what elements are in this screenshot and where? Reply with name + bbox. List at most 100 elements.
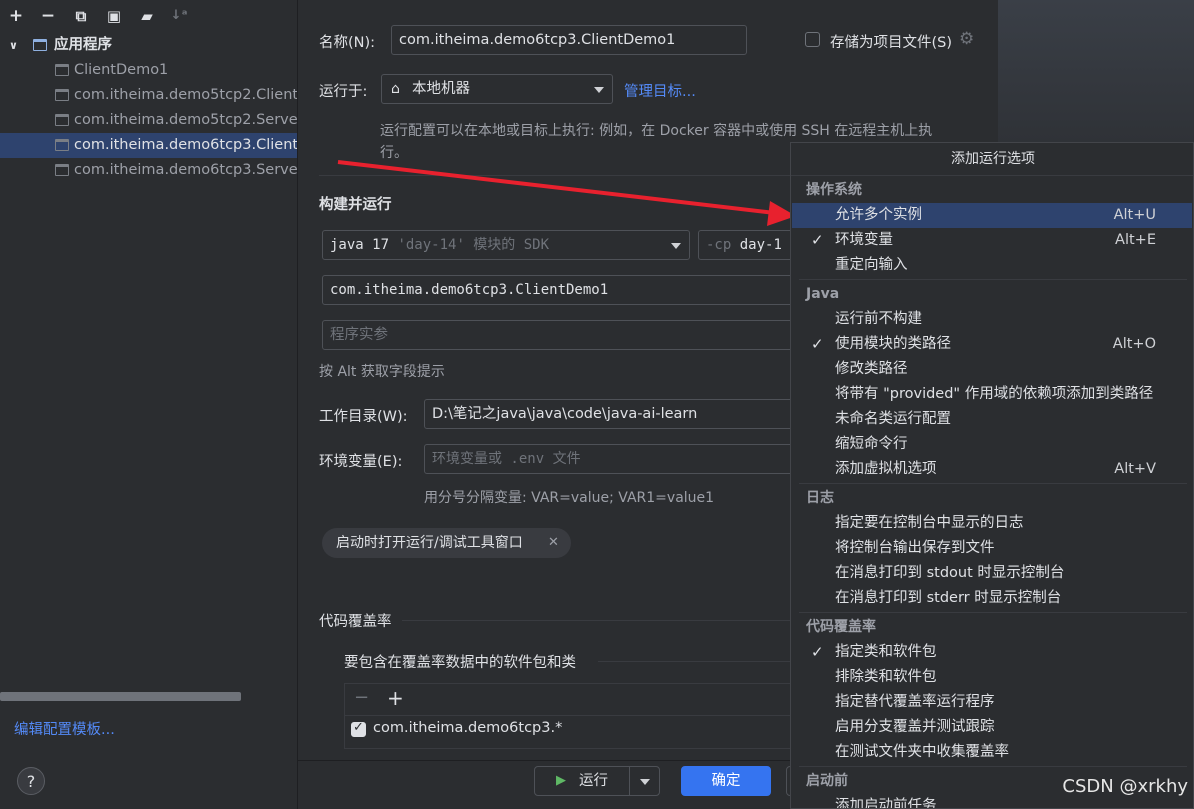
checkmark-icon: ✓ — [811, 335, 824, 353]
copy-icon[interactable]: ⧉ — [71, 6, 91, 26]
popup-option[interactable]: 未命名类运行配置 — [792, 407, 1192, 432]
popup-option[interactable]: 添加虚拟机选项 Alt+V — [792, 457, 1192, 482]
run-configuration-icon — [55, 164, 69, 176]
jdk-dropdown[interactable]: java 17 'day-14' 模块的 SDK — [322, 230, 690, 260]
tree-item-label: com.itheima.demo6tcp3.ServerDemo1 — [74, 162, 297, 178]
popup-option[interactable]: 指定替代覆盖率运行程序 — [792, 690, 1192, 715]
popup-section-header: 操作系统 — [806, 182, 862, 198]
jdk-version: java 17 — [330, 237, 390, 253]
popup-option[interactable]: 将控制台输出保存到文件 — [792, 536, 1192, 561]
popup-option[interactable]: 启用分支覆盖并测试跟踪 — [792, 715, 1192, 740]
red-arrow-shaft — [337, 160, 776, 215]
popup-option-shortcut: Alt+E — [1115, 232, 1156, 248]
remove-icon[interactable]: − — [38, 6, 58, 26]
run-on-hint-line1: 运行配置可以在本地或目标上执行: 例如，在 Docker 容器中或使用 SSH … — [380, 123, 933, 139]
program-arguments-input[interactable]: 程序实参 — [322, 320, 808, 350]
chevron-down-icon[interactable]: ∨ — [9, 33, 18, 58]
chevron-down-icon — [671, 243, 681, 249]
run-configuration-icon — [55, 89, 69, 101]
popup-option[interactable]: ✓ 指定类和软件包 — [792, 640, 1192, 665]
divider — [598, 661, 808, 662]
tree-item[interactable]: com.itheima.demo6tcp3.ClientDemo1 — [0, 133, 297, 158]
coverage-package-checkbox[interactable] — [351, 720, 366, 737]
run-on-dropdown[interactable]: ⌂ 本地机器 — [381, 74, 613, 104]
classpath-prefix: -cp — [706, 237, 732, 253]
popup-option[interactable]: 指定要在控制台中显示的日志 — [792, 511, 1192, 536]
popup-option-label: 添加虚拟机选项 — [835, 461, 937, 477]
close-icon[interactable]: ✕ — [548, 528, 559, 558]
tree-item-label: com.itheima.demo5tcp2.ClientDemo1 — [74, 87, 297, 103]
popup-option-label: 将控制台输出保存到文件 — [835, 540, 995, 556]
popup-section-header: 代码覆盖率 — [806, 619, 876, 635]
add-package-icon[interactable]: + — [387, 686, 404, 710]
horizontal-scrollbar[interactable] — [0, 692, 241, 701]
store-as-project-file-checkbox[interactable] — [805, 32, 820, 47]
popup-option[interactable]: 在消息打印到 stdout 时显示控制台 — [792, 561, 1192, 586]
popup-option-shortcut: Alt+U — [1113, 207, 1156, 223]
new-folder-icon[interactable]: ▰ — [137, 6, 157, 26]
popup-title: 添加运行选项 — [791, 143, 1193, 176]
manage-targets-link[interactable]: 管理目标... — [624, 80, 696, 101]
popup-option-shortcut: Alt+O — [1112, 336, 1156, 352]
tree-item[interactable]: ClientDemo1 — [0, 58, 297, 83]
working-directory-input[interactable]: D:\笔记之java\java\code\java-ai-learn — [424, 399, 808, 429]
popup-option-label: 指定要在控制台中显示的日志 — [835, 515, 1024, 531]
popup-option[interactable]: 在测试文件夹中收集覆盖率 — [792, 740, 1192, 765]
ok-button[interactable]: 确定 — [681, 766, 771, 796]
checkmark-icon: ✓ — [811, 643, 824, 661]
watermark: CSDN @xrkhy — [1062, 776, 1188, 797]
divider — [629, 767, 630, 795]
add-icon[interactable]: + — [6, 6, 26, 26]
main-class-input[interactable]: com.itheima.demo6tcp3.ClientDemo1 — [322, 275, 808, 305]
tree-item[interactable]: com.itheima.demo6tcp3.ServerDemo1 — [0, 158, 297, 183]
popup-option-label: 运行前不构建 — [835, 311, 922, 327]
name-label: 名称(N): — [319, 35, 376, 51]
divider — [799, 483, 1187, 484]
coverage-packages-subtitle: 要包含在覆盖率数据中的软件包和类 — [344, 655, 576, 671]
popup-option[interactable]: 重定向输入 — [792, 253, 1192, 278]
sort-icon[interactable]: ↓ᵃ — [169, 6, 189, 26]
popup-section-header: 日志 — [806, 490, 834, 506]
tree-root-application[interactable]: ∨ 应用程序 — [0, 33, 297, 58]
run-on-value: 本地机器 — [412, 81, 470, 97]
popup-option-label: 在消息打印到 stdout 时显示控制台 — [835, 565, 1065, 581]
divider — [297, 760, 798, 761]
popup-option[interactable]: ✓ 环境变量 Alt+E — [792, 228, 1192, 253]
popup-option[interactable]: 缩短命令行 — [792, 432, 1192, 457]
popup-option-label: 将带有 "provided" 作用域的依赖项添加到类路径 — [835, 386, 1154, 402]
divider — [799, 766, 1187, 767]
save-icon[interactable]: ▣ — [104, 6, 124, 26]
tree-toolbar: + − ⧉ ▣ ▰ ↓ᵃ — [0, 0, 297, 32]
jdk-detail: 'day-14' 模块的 SDK — [397, 237, 550, 253]
application-icon — [33, 39, 47, 51]
edit-configuration-templates-link[interactable]: 编辑配置模板... — [14, 718, 115, 739]
tree-item[interactable]: com.itheima.demo5tcp2.ClientDemo1 — [0, 83, 297, 108]
tree-item-label: com.itheima.demo5tcp2.ServerDemo1 — [74, 112, 297, 128]
popup-option-label: 在消息打印到 stderr 时显示控制台 — [835, 590, 1062, 606]
popup-option-label: 使用模块的类路径 — [835, 336, 951, 352]
environment-variables-input[interactable]: 环境变量或 .env 文件 — [424, 444, 808, 474]
code-coverage-title: 代码覆盖率 — [319, 614, 392, 630]
popup-option[interactable]: 修改类路径 — [792, 357, 1192, 382]
popup-option[interactable]: 运行前不构建 — [792, 307, 1192, 332]
popup-option[interactable]: 排除类和软件包 — [792, 665, 1192, 690]
chevron-down-icon[interactable] — [640, 779, 650, 785]
chip-label: 启动时打开运行/调试工具窗口 — [336, 535, 523, 551]
tree-root-label: 应用程序 — [54, 37, 112, 53]
name-input[interactable]: com.itheima.demo6tcp3.ClientDemo1 — [391, 25, 747, 55]
popup-option[interactable]: 在消息打印到 stderr 时显示控制台 — [792, 586, 1192, 611]
help-button[interactable]: ? — [17, 767, 45, 795]
popup-option[interactable]: 允许多个实例 Alt+U — [792, 203, 1192, 228]
tree-item[interactable]: com.itheima.demo5tcp2.ServerDemo1 — [0, 108, 297, 133]
open-tool-window-chip[interactable]: 启动时打开运行/调试工具窗口 ✕ — [322, 528, 571, 558]
environment-variables-hint: 用分号分隔变量: VAR=value; VAR1=value1 — [424, 490, 715, 506]
background-window — [998, 0, 1194, 142]
popup-option[interactable]: 将带有 "provided" 作用域的依赖项添加到类路径 — [792, 382, 1192, 407]
run-configuration-icon — [55, 64, 69, 76]
popup-option[interactable]: ✓ 使用模块的类路径 Alt+O — [792, 332, 1192, 357]
gear-icon[interactable]: ⚙ — [959, 29, 974, 49]
popup-section-header: Java — [806, 286, 840, 302]
remove-icon[interactable]: − — [354, 687, 369, 708]
run-button[interactable]: ▶ 运行 — [534, 766, 660, 796]
popup-option-label: 排除类和软件包 — [835, 669, 937, 685]
